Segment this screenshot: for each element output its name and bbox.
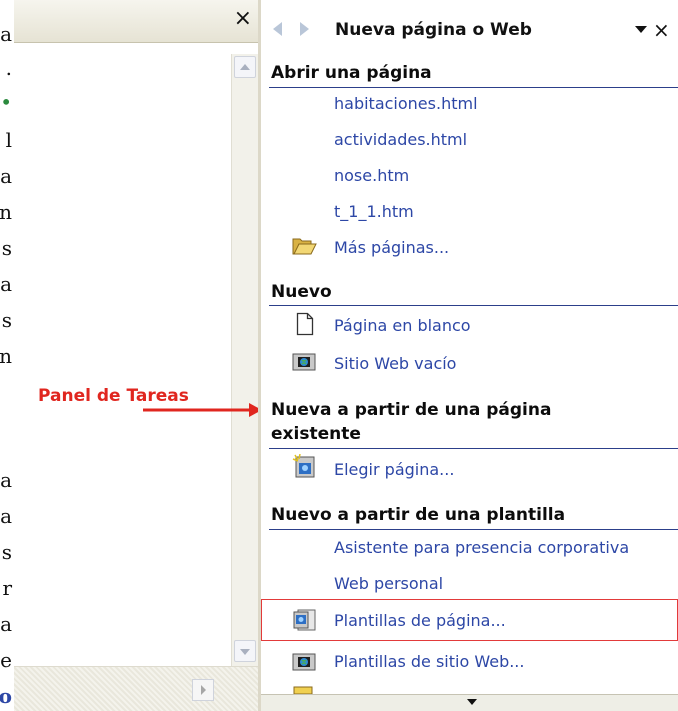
recent-file-link[interactable]: t_1_1.htm xyxy=(334,202,414,221)
blank-page-link[interactable]: Página en blanco xyxy=(334,316,471,335)
site-templates-link[interactable]: Plantillas de sitio Web... xyxy=(334,652,524,671)
section-divider xyxy=(269,87,678,88)
doc-letter: a xyxy=(0,164,12,188)
section-divider xyxy=(269,448,678,449)
task-pane: Nueva página o Web × Abrir una página ha… xyxy=(261,0,678,711)
task-pane-header: Nueva página o Web × xyxy=(261,0,678,54)
close-icon[interactable]: × xyxy=(653,18,670,42)
open-folder-icon xyxy=(292,238,317,255)
personal-web-link[interactable]: Web personal xyxy=(334,574,443,593)
recent-file-link[interactable]: actividades.html xyxy=(334,130,467,149)
chevron-down-icon xyxy=(240,649,250,655)
doc-letter: a xyxy=(0,612,12,636)
chevron-down-icon xyxy=(467,699,477,705)
vertical-scrollbar[interactable] xyxy=(231,54,258,666)
choose-page-link[interactable]: Elegir página... xyxy=(334,460,454,479)
left-pane: × xyxy=(14,0,258,711)
doc-letter: l xyxy=(5,128,12,152)
recent-file-link[interactable]: nose.htm xyxy=(334,166,409,185)
empty-site-link[interactable]: Sitio Web vacío xyxy=(334,354,456,373)
partially-hidden-icon xyxy=(293,686,313,694)
section-heading-from-existing-2: existente xyxy=(271,424,361,444)
section-heading-from-existing: Nueva a partir de una página xyxy=(271,400,552,420)
task-pane-title: Nueva página o Web xyxy=(335,20,532,40)
web-site-icon xyxy=(292,353,316,371)
close-icon[interactable]: × xyxy=(234,8,252,30)
doc-letter: a xyxy=(0,504,12,528)
corporate-wizard-link[interactable]: Asistente para presencia corporativa xyxy=(334,538,629,557)
scroll-down-button[interactable] xyxy=(261,694,678,711)
document-text-edge: a . • l a n s a s n a a s r a e o xyxy=(0,0,14,711)
dropdown-arrow-icon[interactable] xyxy=(635,26,647,33)
scroll-down-button[interactable] xyxy=(234,640,256,662)
section-divider xyxy=(269,529,678,530)
doc-letter: s xyxy=(1,540,12,564)
doc-letter: s xyxy=(1,308,12,332)
doc-letter: e xyxy=(0,648,12,672)
section-heading-open: Abrir una página xyxy=(271,63,432,83)
doc-letter: a xyxy=(0,272,12,296)
chevron-up-icon xyxy=(240,64,250,70)
doc-letter: • xyxy=(0,90,12,114)
doc-letter: s xyxy=(1,236,12,260)
section-heading-new: Nuevo xyxy=(271,282,332,302)
scroll-right-button[interactable] xyxy=(192,679,214,701)
page-templates-link[interactable]: Plantillas de página... xyxy=(334,611,506,630)
more-pages-link[interactable]: Más páginas... xyxy=(334,238,449,257)
doc-letter: a xyxy=(0,468,12,492)
back-arrow-icon[interactable] xyxy=(273,22,282,36)
chevron-right-icon xyxy=(201,685,206,695)
doc-letter: a xyxy=(0,22,12,46)
doc-letter: r xyxy=(2,576,12,600)
horizontal-scrollbar[interactable] xyxy=(14,666,258,711)
doc-letter: o xyxy=(0,684,12,708)
doc-letter: . xyxy=(5,56,12,80)
section-heading-from-template: Nuevo a partir de una plantilla xyxy=(271,505,566,525)
annotation-arrow-icon xyxy=(143,403,262,417)
scroll-up-button[interactable] xyxy=(234,56,256,78)
doc-letter: n xyxy=(0,344,12,368)
doc-letter: n xyxy=(0,200,12,224)
section-divider xyxy=(269,305,678,306)
choose-page-icon xyxy=(292,454,315,478)
blank-page-icon xyxy=(296,312,314,336)
recent-file-link[interactable]: habitaciones.html xyxy=(334,94,478,113)
forward-arrow-icon[interactable] xyxy=(300,22,309,36)
left-pane-header: × xyxy=(14,0,258,43)
web-site-icon xyxy=(292,653,316,671)
page-template-icon xyxy=(293,609,316,631)
